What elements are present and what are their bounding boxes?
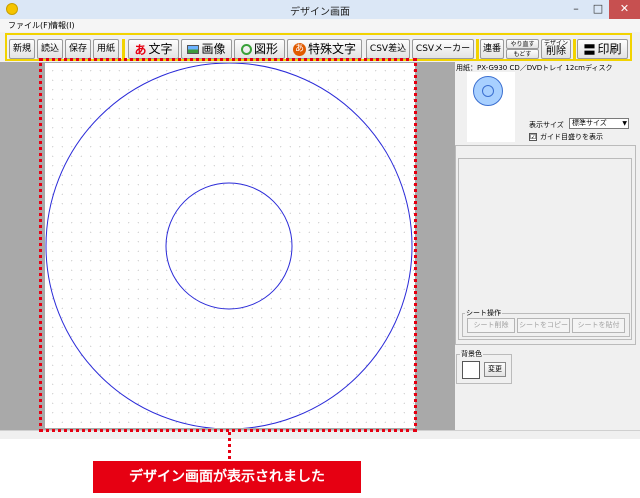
csv-merge-button[interactable]: CSV差込 (366, 39, 410, 59)
minimize-button[interactable]: – (565, 0, 587, 19)
image-icon (187, 45, 200, 54)
circle-shape-icon (240, 44, 252, 55)
menu-file[interactable]: ファイル(F) (8, 20, 51, 31)
toolbar-separator (573, 39, 576, 59)
special-text-button-label: 特殊文字 (307, 42, 356, 56)
special-text-button[interactable]: あ特殊文字 (287, 39, 362, 59)
window-title: デザイン画面 (290, 7, 350, 18)
text-icon: あ (134, 42, 147, 57)
print-button[interactable]: 〓印刷 (577, 39, 628, 59)
title-bar: デザイン画面 – □ ✕ (0, 0, 640, 20)
sheet-ops-title: シート操作 (465, 308, 502, 318)
guide-checkbox-label: ガイド目盛りを表示 (540, 133, 603, 141)
load-button[interactable]: 読込 (37, 39, 63, 59)
paper-thumbnail (467, 72, 515, 142)
csv-maker-button[interactable]: CSVメーカー (412, 39, 474, 59)
printer-icon: 〓 (583, 42, 596, 57)
print-button-label: 印刷 (597, 42, 622, 56)
save-button[interactable]: 保存 (65, 39, 91, 59)
callout-caption: デザイン画面が表示されました (93, 461, 361, 493)
image-button-label: 画像 (201, 42, 226, 56)
toolbar: 新規 読込 保存 用紙 あ文字 画像 図形 あ特殊文字 CSV差込 CSVメーカ… (5, 33, 632, 61)
menu-bar: ファイル(F) 情報(I) (0, 19, 640, 32)
delete-design-button[interactable]: デザイン 削除 (541, 39, 571, 59)
shape-button[interactable]: 図形 (234, 39, 285, 59)
callout-connector (228, 432, 231, 459)
background-color-swatch[interactable] (462, 361, 480, 379)
disc-hole-thumbnail (482, 85, 494, 97)
special-text-icon: あ (292, 43, 306, 56)
maximize-button[interactable]: □ (587, 0, 609, 19)
text-button[interactable]: あ文字 (128, 39, 179, 59)
shape-button-label: 図形 (253, 42, 278, 56)
display-size-label: 表示サイズ (529, 121, 564, 129)
sheet-delete-button[interactable]: シート削除 (467, 318, 515, 333)
dropdown-arrow-icon: ▼ (622, 120, 627, 127)
image-button[interactable]: 画像 (181, 39, 232, 59)
background-color-title: 背景色 (460, 349, 483, 359)
delete-design-label: 削除 (546, 46, 566, 57)
serial-number-button[interactable]: 連番 (480, 39, 504, 59)
background-change-button[interactable]: 変更 (484, 362, 506, 377)
new-button[interactable]: 新規 (9, 39, 35, 59)
guide-checkbox[interactable]: ☑ (529, 133, 537, 141)
menu-info[interactable]: 情報(I) (50, 20, 75, 31)
canvas-highlight-frame (39, 58, 417, 432)
sheet-copy-button[interactable]: シートをコピー (517, 318, 570, 333)
display-size-select[interactable]: 標準サイズ ▼ (569, 118, 629, 129)
toolbar-separator (476, 39, 479, 59)
close-button[interactable]: ✕ (609, 0, 640, 19)
sheet-paste-button[interactable]: シートを貼付 (572, 318, 625, 333)
display-size-value: 標準サイズ (572, 119, 607, 127)
redo-button[interactable]: やり直す (506, 39, 539, 49)
paper-button[interactable]: 用紙 (93, 39, 119, 59)
toolbar-separator (122, 39, 125, 59)
undo-button[interactable]: もどす (506, 49, 539, 59)
text-button-label: 文字 (148, 42, 173, 56)
